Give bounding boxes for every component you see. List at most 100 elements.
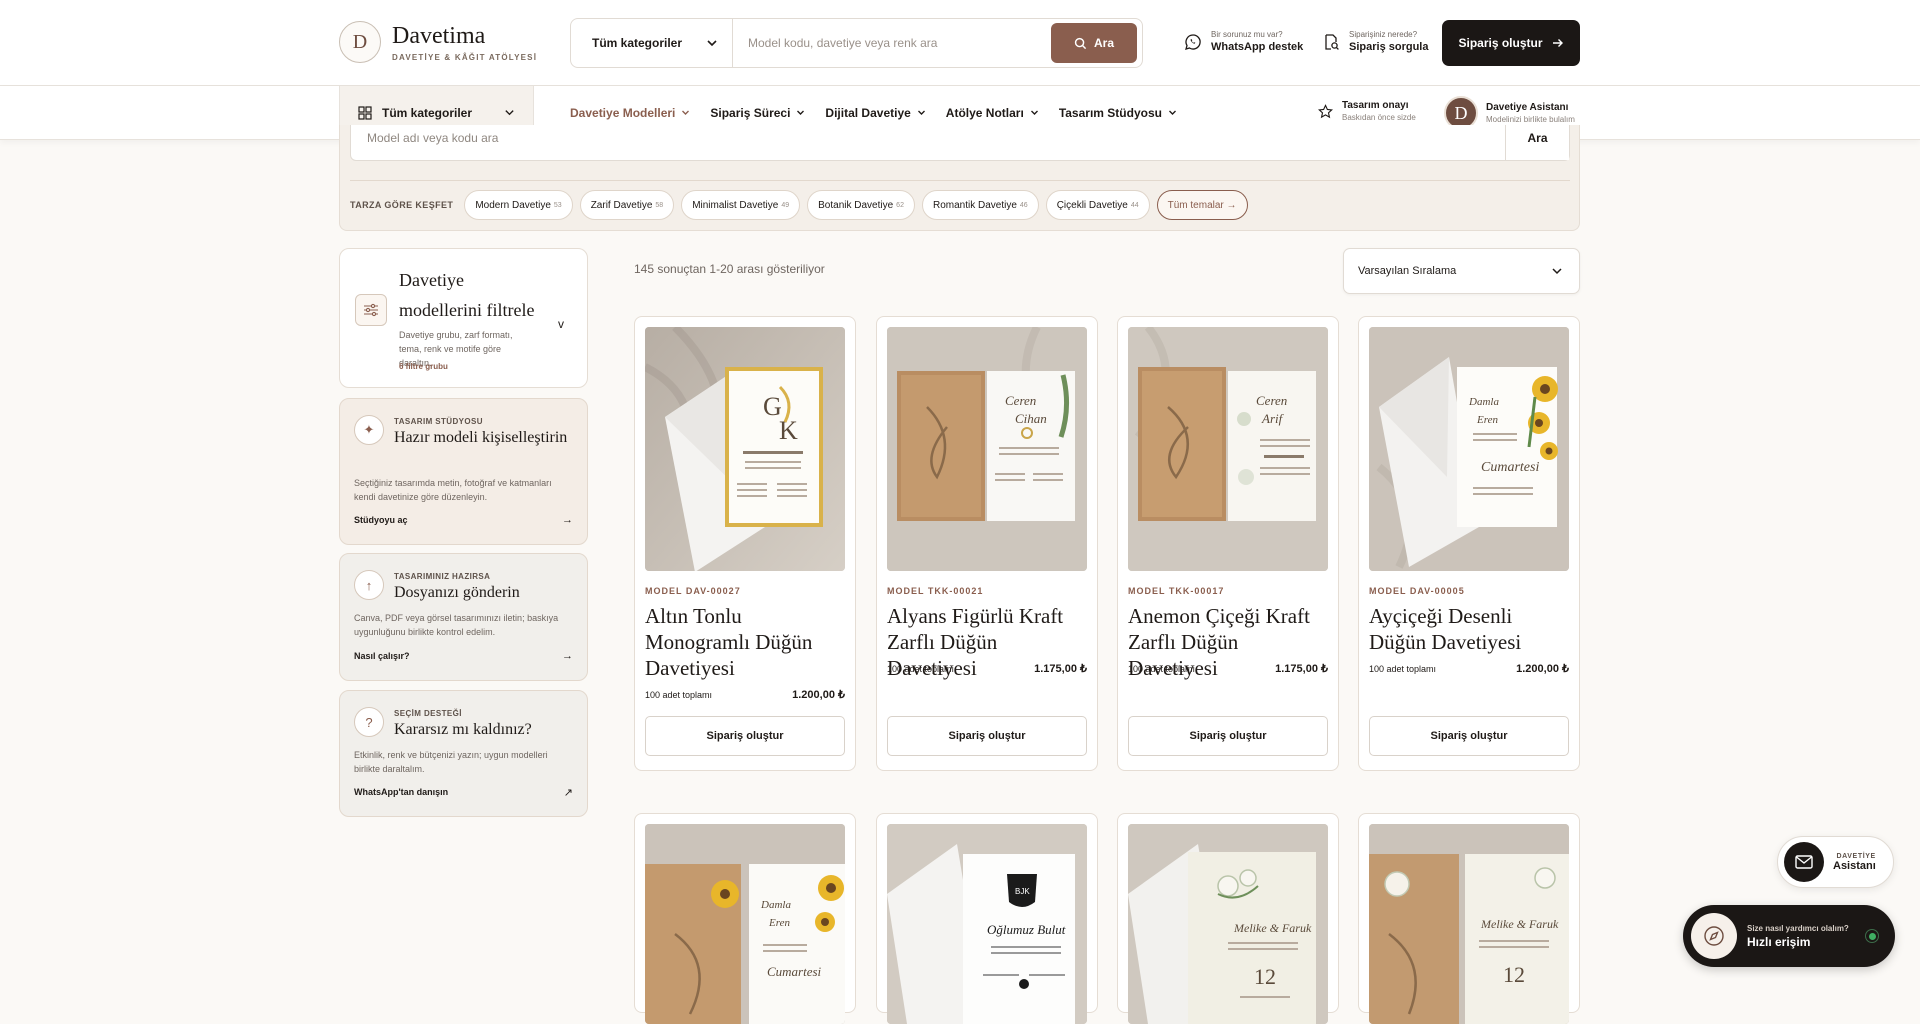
chevron-down-icon[interactable]: v [558,317,564,331]
search-category-select[interactable]: Tüm kategoriler [571,19,733,67]
tag-label: Çiçekli Davetiye [1056,199,1128,211]
create-order-button[interactable]: Sipariş oluştur [1128,716,1328,756]
product-image[interactable]: Damla Eren Cumartesi [645,824,845,1024]
product-meta: 100 adet toplamı 1.200,00 ₺ [1369,662,1569,675]
product-card[interactable]: Damla Eren Cumartesi [634,813,856,1024]
design-studio-card[interactable]: ✦ TASARIM STÜDYOSU Hazır modeli kişisell… [339,398,588,545]
nav-item-workshop-notes[interactable]: Atölye Notları [946,106,1039,120]
product-image[interactable]: Ceren Arif [1128,327,1328,571]
style-tag[interactable]: Romantik Davetiye 46 [921,190,1039,220]
online-status-indicator [1865,929,1879,943]
model-search-button[interactable]: Ara [1505,125,1569,160]
style-tags: TARZA GÖRE KEŞFET Modern Davetiye 53 Zari… [350,190,1248,220]
nav-item-design-studio[interactable]: Tasarım Stüdyosu [1059,106,1177,120]
nav-item-label: Sipariş Süreci [710,105,791,120]
product-card[interactable]: Ceren Arif MODEL TKK-00017 Anemon Çiçeği… [1117,316,1339,771]
style-tag[interactable]: Minimalist Davetiye 49 [681,190,801,220]
style-tag[interactable]: Çiçekli Davetiye 44 [1045,190,1150,220]
floating-assistant-button[interactable]: DAVETİYE Asistanı [1777,836,1894,888]
sort-select[interactable]: Varsayılan Sıralama [1343,248,1580,294]
product-image[interactable]: Ceren Cihan [887,327,1087,571]
create-order-button[interactable]: Sipariş oluştur [1369,716,1569,756]
product-image[interactable]: G K [645,327,845,571]
star-icon [1318,103,1333,118]
style-tags-label: TARZA GÖRE KEŞFET [350,200,454,210]
sort-label: Varsayılan Sıralama [1358,265,1457,277]
product-quantity: 100 adet toplamı [887,663,955,674]
tag-count: 53 [553,201,562,209]
product-price: 1.175,00 ₺ [1034,663,1087,675]
model-search: Ara [350,125,1570,161]
chevron-down-icon [1030,110,1038,115]
product-price: 1.200,00 ₺ [1516,663,1569,675]
product-meta: 100 adet toplamı 1.175,00 ₺ [887,662,1087,675]
product-image[interactable]: Melike & Faruk 12 [1128,824,1328,1024]
logo-monogram: D [339,21,381,63]
whatsapp-support-link[interactable]: Bir sorunuz mu var? WhatsApp destek [1184,30,1303,53]
svg-text:Ceren: Ceren [1256,393,1287,408]
create-order-button[interactable]: Sipariş oluştur [1442,20,1580,66]
style-tag[interactable]: Botanik Davetiye 62 [807,190,915,220]
product-card[interactable]: G K MODEL DAV-00027 Altın Tonlu Monogram… [634,316,856,771]
product-card[interactable]: Damla Eren Cumartesi MODEL DAV-00005 Ayç… [1358,316,1580,771]
nav-item-invitation-models[interactable]: Davetiye Modelleri [570,106,690,120]
tag-label: Zarif Davetiye [590,199,653,211]
design-approval-info: Tasarım onayı Baskıdan önce sizde [1318,100,1416,122]
chevron-down-icon [682,110,690,115]
product-card[interactable]: Melike & Faruk 12 [1117,813,1339,1024]
search-icon [1074,37,1087,49]
upload-file-card[interactable]: ↑ TASARIMINIZ HAZIRSA Dosyanızı gönderin… [339,553,588,681]
top-header: D Davetima DAVETİYE & KÂĞIT ATÖLYESİ Tüm… [0,0,1920,86]
nav-item-digital-invitation[interactable]: Dijital Davetiye [825,106,925,120]
filter-card[interactable]: Davetiye modellerini filtrele Davetiye g… [339,248,588,388]
open-studio-link[interactable]: Stüdyoyu aç [354,515,408,525]
create-order-button[interactable]: Sipariş oluştur [645,716,845,756]
product-title[interactable]: Altın Tonlu Monogramlı Düğün Davetiyesi [645,603,850,681]
product-quantity: 100 adet toplamı [1128,663,1196,674]
brand-logo[interactable]: D Davetima DAVETİYE & KÂĞIT ATÖLYESİ [339,21,537,63]
svg-text:Cumartesi: Cumartesi [767,964,822,979]
nav-item-order-process[interactable]: Sipariş Süreci [710,106,805,120]
order-tracking-link[interactable]: Siparişiniz nerede? Sipariş sorgula [1323,30,1428,53]
search-button[interactable]: Ara [1051,23,1137,63]
create-order-label: Sipariş oluştur [1458,36,1543,50]
all-categories-label: Tüm kategoriler [382,105,473,120]
nav-item-label: Tasarım Stüdyosu [1058,105,1162,120]
quick-access-widget[interactable]: Size nasıl yardımcı olalım? Hızlı erişim [1683,905,1895,967]
product-card[interactable]: BJK Oğlumuz Bulut [876,813,1098,1024]
svg-text:Damla: Damla [760,899,791,911]
product-image[interactable]: Melike & Faruk 12 [1369,824,1569,1024]
tag-count: 62 [896,201,904,209]
product-price: 1.175,00 ₺ [1275,663,1328,675]
tag-count: 46 [1019,201,1028,209]
product-image[interactable]: Damla Eren Cumartesi [1369,327,1569,571]
tag-count: 58 [655,201,664,209]
product-title[interactable]: Ayçiçeği Desenli Düğün Davetiyesi [1369,603,1574,655]
selection-support-card[interactable]: ? SEÇİM DESTEĞİ Kararsız mı kaldınız? Et… [339,690,588,817]
product-image[interactable]: BJK Oğlumuz Bulut [887,824,1087,1024]
style-tag[interactable]: Zarif Davetiye 58 [579,190,675,220]
sparkle-icon: ✦ [354,415,384,445]
svg-text:Arif: Arif [1261,411,1285,426]
mail-icon [1784,842,1824,882]
card-title: Dosyanızı gönderin [394,584,520,601]
tag-label: Botanik Davetiye [818,199,894,211]
svg-text:12: 12 [1503,962,1525,987]
results-count: 145 sonuçtan 1-20 arası gösteriliyor [634,262,825,276]
svg-text:Ceren: Ceren [1005,393,1036,408]
chevron-down-icon [917,110,925,115]
search-input[interactable] [733,19,1051,67]
whatsapp-consult-link[interactable]: WhatsApp'tan danışın [354,787,448,797]
model-search-input[interactable] [351,125,1505,160]
all-themes-tag[interactable]: Tüm temalar → [1156,190,1248,220]
tag-label: Minimalist Davetiye [692,199,779,211]
product-model-code: MODEL TKK-00021 [887,586,984,596]
product-card[interactable]: Melike & Faruk 12 [1358,813,1580,1024]
create-order-button[interactable]: Sipariş oluştur [887,716,1087,756]
svg-text:Oğlumuz Bulut: Oğlumuz Bulut [987,922,1066,937]
chevron-down-icon [797,110,805,115]
product-card[interactable]: Ceren Cihan MODEL TKK-00021 Alyans Figür… [876,316,1098,771]
how-it-works-link[interactable]: Nasıl çalışır? [354,651,410,661]
style-tag[interactable]: Modern Davetiye 53 [464,190,573,220]
assistant-title: Davetiye Asistanı [1486,102,1569,113]
